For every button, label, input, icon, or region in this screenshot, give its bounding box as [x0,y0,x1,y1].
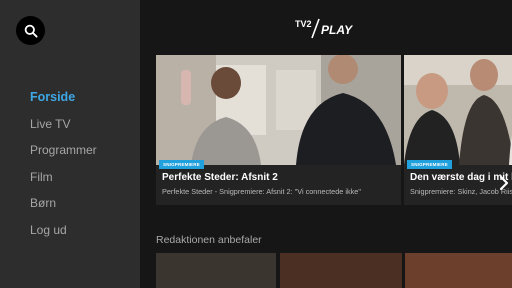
nav-item-forside[interactable]: Forside [30,88,97,115]
snigpremiere-badge: SNIGPREMIERE [159,160,204,169]
tv2-play-logo: TV2 PLAY [295,18,353,39]
snigpremiere-badge: SNIGPREMIERE [407,160,452,169]
search-icon [24,24,38,38]
scroll-right-button[interactable] [496,168,512,198]
nav-item-live-tv[interactable]: Live TV [30,115,97,142]
card-thumbnail [156,55,401,165]
recommendation-card[interactable] [156,253,276,288]
main-nav: Forside Live TV Programmer Film Børn Log… [30,88,97,247]
search-button[interactable] [16,16,45,45]
card-title: Perfekte Steder: Afsnit 2 [162,172,278,183]
chevron-right-icon [499,175,509,191]
nav-item-born[interactable]: Børn [30,194,97,221]
logo-text: PLAY [321,23,353,37]
section-title: Redaktionen anbefaler [156,234,262,246]
main-content: TV2 PLAY SNIGPREMIERE Perfekte Steder: A… [140,0,512,288]
recommendation-card[interactable] [405,253,512,288]
nav-item-log-ud[interactable]: Log ud [30,221,97,248]
featured-card[interactable]: SNIGPREMIERE Perfekte Steder: Afsnit 2 P… [156,55,401,205]
card-subtitle: Perfekte Steder - Snigpremiere: Afsnit 2… [162,187,361,196]
sidebar: Forside Live TV Programmer Film Børn Log… [0,0,140,288]
recommendation-card[interactable] [280,253,402,288]
nav-item-film[interactable]: Film [30,168,97,195]
card-thumbnail [404,55,512,165]
nav-item-programmer[interactable]: Programmer [30,141,97,168]
logo-mark: TV2 [295,19,312,29]
